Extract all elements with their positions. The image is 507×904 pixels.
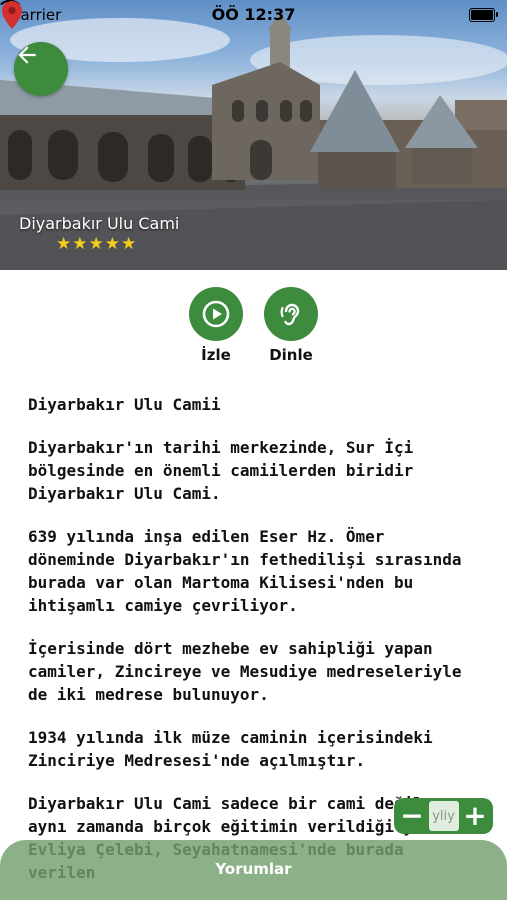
listen-label: Dinle bbox=[269, 346, 313, 364]
arrow-left-icon bbox=[18, 46, 36, 64]
article-paragraph: 1934 yılında ilk müze caminin içerisinde… bbox=[28, 728, 433, 770]
watch-label: İzle bbox=[201, 346, 231, 364]
article-paragraph: İçerisinde dört mezhebe ev sahipliği yap… bbox=[28, 639, 462, 704]
hero-image: Carrier ÖÖ 12:37 Diyarbakır Ulu Cami ★★★… bbox=[0, 0, 507, 270]
listen-button[interactable] bbox=[264, 287, 318, 341]
listen-action[interactable]: Dinle bbox=[263, 287, 319, 364]
article-heading: Diyarbakır Ulu Camii bbox=[28, 395, 221, 414]
play-circle-icon bbox=[202, 300, 230, 328]
decrease-text-button[interactable]: − bbox=[399, 802, 425, 830]
watch-button[interactable] bbox=[189, 287, 243, 341]
watch-action[interactable]: İzle bbox=[188, 287, 244, 364]
increase-text-button[interactable]: + bbox=[462, 802, 488, 830]
back-button[interactable] bbox=[14, 42, 68, 96]
place-title: Diyarbakır Ulu Cami bbox=[19, 214, 180, 233]
status-bar: Carrier ÖÖ 12:37 bbox=[0, 0, 507, 30]
text-size-indicator: yliy bbox=[428, 801, 459, 831]
ear-icon bbox=[280, 303, 300, 326]
text-size-stepper[interactable]: − yliy + bbox=[394, 798, 493, 834]
article-paragraph: Diyarbakır'ın tarihi merkezinde, Sur İçi… bbox=[28, 438, 414, 503]
article-paragraph: 639 yılında inşa edilen Eser Hz. Ömer dö… bbox=[28, 527, 462, 615]
location-pin-icon[interactable] bbox=[0, 0, 24, 30]
comments-button[interactable]: Yorumlar bbox=[0, 840, 507, 900]
clock: ÖÖ 12:37 bbox=[211, 5, 296, 24]
rating-stars: ★★★★★ bbox=[56, 234, 138, 254]
battery-icon bbox=[469, 8, 498, 22]
comments-label: Yorumlar bbox=[215, 860, 292, 878]
